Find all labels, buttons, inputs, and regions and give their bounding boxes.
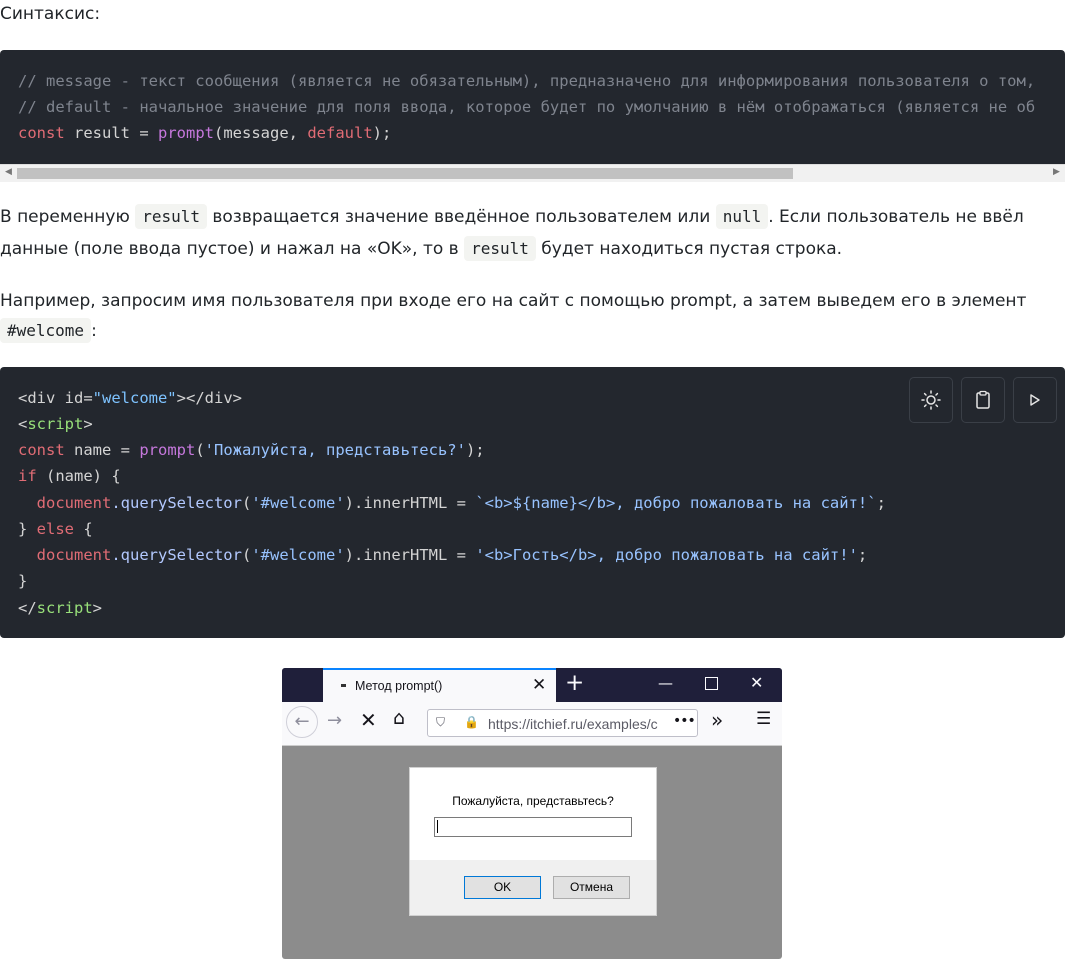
home-icon[interactable]: ⌂ [393, 707, 405, 729]
tab-bar: Метод prompt() ✕ + — ✕ [282, 668, 782, 702]
code-line: const name = prompt('Пожалуйста, предста… [18, 441, 485, 459]
inline-code: result [135, 204, 207, 229]
example-code-block: <div id="welcome"></div> <script> const … [0, 367, 1065, 638]
copy-button[interactable] [961, 377, 1005, 423]
sun-icon [921, 390, 941, 410]
clipboard-icon [976, 390, 990, 409]
favicon-icon [341, 684, 346, 687]
horizontal-scrollbar[interactable]: ◀ ▶ [0, 164, 1065, 182]
theme-toggle-button[interactable] [909, 377, 953, 423]
paragraph: В переменную result возвращается значени… [0, 201, 1071, 233]
code-line: document.querySelector('#welcome').inner… [36, 546, 868, 564]
maximize-icon[interactable] [705, 677, 718, 690]
ok-button[interactable]: OK [464, 876, 541, 899]
code-line: <div id="welcome"></div> [18, 389, 242, 407]
code-line: // message - текст сообщения (является н… [18, 72, 1036, 90]
code-line: // default - начальное значение для поля… [18, 98, 1036, 116]
code-line: </script> [18, 599, 103, 617]
code-line: } [18, 572, 28, 590]
prompt-input[interactable] [434, 817, 632, 837]
url-bar[interactable]: ⛉ 🔒 https://itchief.ru/examples/c ••• [427, 709, 698, 737]
nav-bar: ← → ✕ ⌂ ⛉ 🔒 https://itchief.ru/examples/… [282, 702, 782, 746]
scrollbar-thumb[interactable] [17, 168, 793, 179]
paragraph: данные (поле ввода пустое) и нажал на «O… [0, 233, 1071, 265]
code-line: const result = prompt(message, default); [18, 124, 392, 142]
new-tab-icon[interactable]: + [565, 670, 584, 696]
cancel-button[interactable]: Отмена [553, 876, 630, 899]
browser-screenshot: Метод prompt() ✕ + — ✕ ← → ✕ ⌂ ⛉ 🔒 https… [282, 668, 782, 959]
minimize-icon[interactable]: — [658, 674, 673, 692]
page-actions-icon[interactable]: ••• [673, 713, 696, 729]
play-icon [1030, 394, 1040, 406]
shield-icon[interactable]: ⛉ [436, 715, 445, 730]
url-text: https://itchief.ru/examples/c [488, 716, 658, 732]
prompt-dialog: Пожалуйста, представьтесь? OK Отмена [409, 767, 657, 916]
run-button[interactable] [1013, 377, 1057, 423]
syntax-code-block: // message - текст сообщения (является н… [0, 50, 1065, 164]
scroll-right-icon[interactable]: ▶ [1053, 167, 1060, 177]
paragraph: #welcome: [0, 315, 1071, 347]
code-line: <script> [18, 415, 93, 433]
dialog-message: Пожалуйста, представьтесь? [452, 794, 614, 808]
browser-tab[interactable]: Метод prompt() ✕ [323, 668, 556, 702]
inline-code: result [464, 236, 536, 261]
forward-icon[interactable]: → [327, 710, 342, 731]
dialog-body: Пожалуйста, представьтесь? [410, 768, 656, 860]
section-heading: Синтаксис: [0, 4, 101, 24]
scroll-left-icon[interactable]: ◀ [5, 167, 12, 177]
back-icon[interactable]: ← [286, 706, 318, 738]
code-line: document.querySelector('#welcome').inner… [36, 494, 886, 512]
inline-code: #welcome [0, 318, 92, 343]
tab-title: Метод prompt() [355, 679, 443, 693]
code-line: if (name) { [18, 467, 121, 485]
lock-icon: 🔒 [464, 715, 479, 729]
overflow-icon[interactable]: » [711, 708, 723, 732]
text-cursor [437, 820, 438, 833]
stop-icon[interactable]: ✕ [360, 708, 377, 732]
paragraph: Например, запросим имя пользователя при … [0, 291, 1027, 311]
inline-code: null [715, 204, 769, 229]
menu-icon[interactable]: ☰ [756, 709, 771, 729]
close-tab-icon[interactable]: ✕ [532, 675, 546, 695]
close-window-icon[interactable]: ✕ [750, 673, 763, 692]
code-line: } else { [18, 520, 93, 538]
